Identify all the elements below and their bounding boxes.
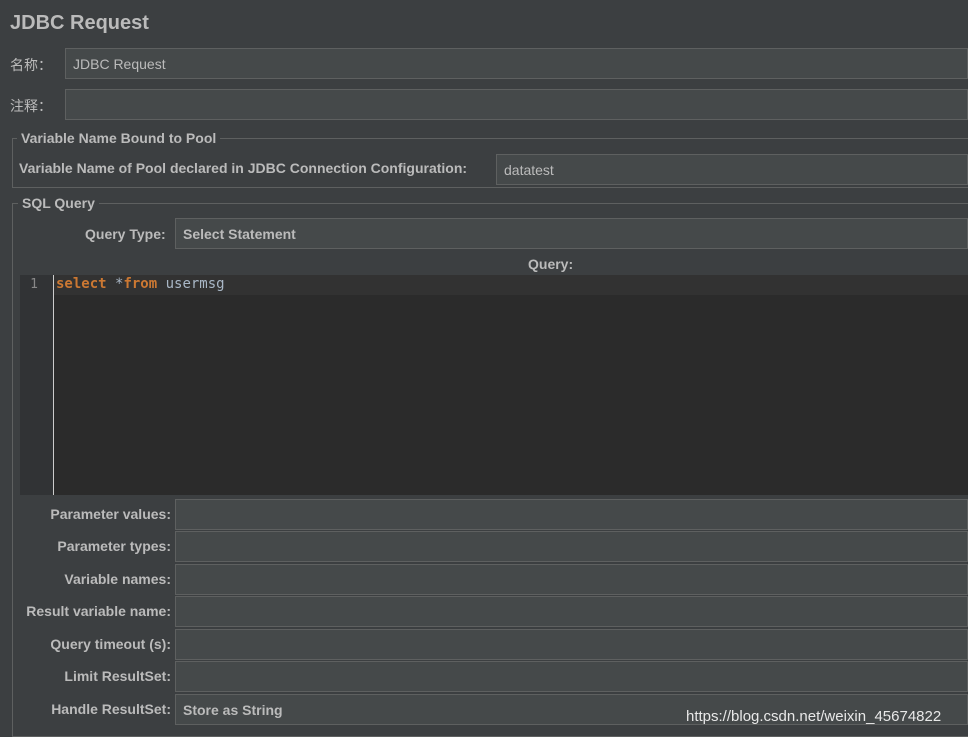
name-input[interactable]: JDBC Request	[65, 48, 968, 79]
variable-names-label: Variable names:	[64, 571, 171, 587]
parameter-values-input[interactable]	[175, 499, 968, 530]
query-type-label: Query Type:	[85, 226, 166, 242]
parameter-values-label: Parameter values:	[50, 506, 171, 522]
sql-text-table: usermsg	[157, 276, 225, 292]
parameter-types-label: Parameter types:	[57, 538, 171, 554]
sql-text-star: *	[106, 276, 124, 292]
sql-keyword-from: from	[123, 276, 158, 292]
result-variable-name-label: Result variable name:	[26, 603, 171, 619]
query-type-select[interactable]: Select Statement	[175, 218, 968, 249]
page-title: JDBC Request	[10, 12, 149, 34]
line-number: 1	[30, 277, 38, 292]
sql-query-editor[interactable]: 1 select *from usermsg	[20, 275, 968, 495]
parameter-types-input[interactable]	[175, 531, 968, 562]
handle-resultset-label: Handle ResultSet:	[51, 701, 171, 717]
comments-input[interactable]	[65, 89, 968, 120]
limit-resultset-label: Limit ResultSet:	[64, 668, 171, 684]
query-timeout-label: Query timeout (s):	[50, 636, 171, 652]
line-number-gutter: 1	[20, 275, 54, 495]
comments-label: 注释：	[10, 98, 52, 114]
pool-name-input[interactable]: datatest	[496, 154, 968, 185]
sql-keyword-select: select	[56, 276, 107, 292]
result-variable-name-input[interactable]	[175, 596, 968, 627]
pool-section-legend: Variable Name Bound to Pool	[17, 130, 221, 146]
watermark: https://blog.csdn.net/weixin_45674822	[686, 708, 942, 725]
name-label: 名称：	[10, 57, 52, 73]
sql-query-legend: SQL Query	[18, 195, 99, 211]
query-label: Query:	[528, 256, 574, 272]
sql-code-line[interactable]: select *from usermsg	[56, 276, 225, 292]
query-timeout-input[interactable]	[175, 629, 968, 660]
variable-names-input[interactable]	[175, 564, 968, 595]
pool-name-label: Variable Name of Pool declared in JDBC C…	[19, 160, 468, 176]
limit-resultset-input[interactable]	[175, 661, 968, 692]
